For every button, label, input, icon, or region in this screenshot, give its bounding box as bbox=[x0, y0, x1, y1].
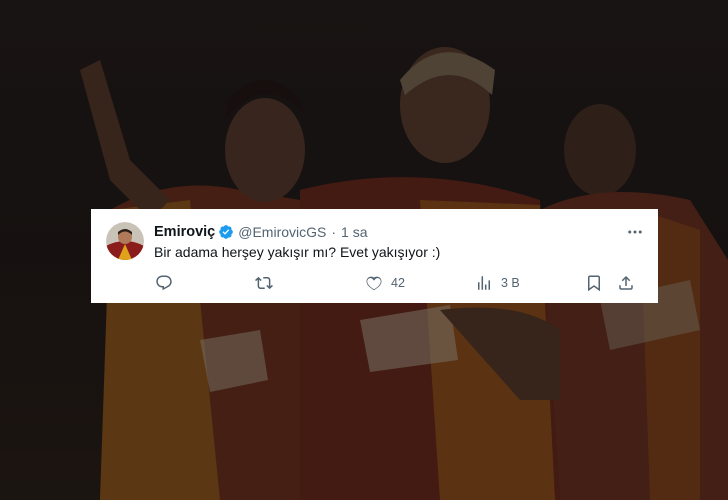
avatar[interactable] bbox=[106, 222, 144, 260]
views-button[interactable]: 3 B bbox=[475, 273, 520, 293]
separator-dot: · bbox=[331, 224, 337, 240]
bookmark-button[interactable] bbox=[585, 273, 603, 293]
verified-badge-icon bbox=[218, 224, 234, 240]
like-count: 42 bbox=[391, 276, 405, 290]
heart-icon bbox=[365, 274, 383, 292]
views-count: 3 B bbox=[501, 276, 520, 290]
tweet-actions: 42 3 B bbox=[155, 273, 645, 293]
reply-button[interactable] bbox=[155, 273, 181, 293]
retweet-icon bbox=[255, 274, 273, 292]
timestamp[interactable]: 1 sa bbox=[341, 224, 367, 240]
bookmark-icon bbox=[585, 274, 603, 292]
tweet-text: Bir adama herşey yakışır mı? Evet yakışı… bbox=[154, 244, 441, 260]
tweet-card[interactable]: Emiroviç @EmirovicGS · 1 sa Bir adama he… bbox=[91, 209, 658, 303]
tweet-header: Emiroviç @EmirovicGS · 1 sa bbox=[154, 222, 368, 242]
share-button[interactable] bbox=[617, 273, 635, 293]
retweet-button[interactable] bbox=[255, 273, 281, 293]
display-name[interactable]: Emiroviç bbox=[154, 224, 215, 240]
reply-icon bbox=[155, 274, 173, 292]
more-dots-icon[interactable] bbox=[626, 223, 644, 241]
user-handle[interactable]: @EmirovicGS bbox=[238, 224, 326, 240]
views-chart-icon bbox=[475, 274, 493, 292]
share-icon bbox=[617, 274, 635, 292]
like-button[interactable]: 42 bbox=[365, 273, 405, 293]
